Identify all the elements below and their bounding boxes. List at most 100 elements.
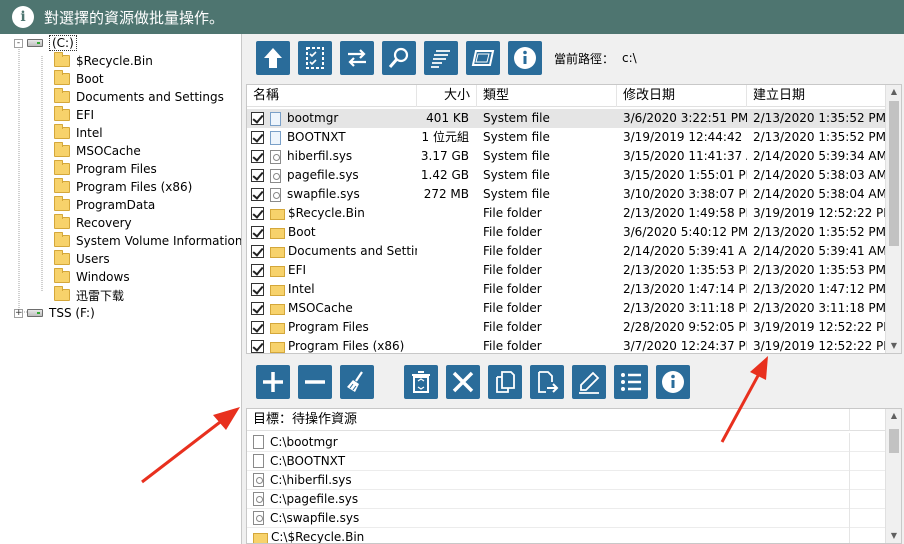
tree-item-folder[interactable]: Documents and Settings xyxy=(54,88,224,106)
scroll-down-icon[interactable]: ▼ xyxy=(886,339,901,353)
row-checkbox[interactable] xyxy=(251,321,264,334)
target-item[interactable]: C:\pagefile.sys xyxy=(247,490,887,509)
edit-button[interactable] xyxy=(572,365,606,399)
target-list[interactable]: 目標：待操作資源 C:\bootmgr C:\BOOTNXT C:\hiberfil… xyxy=(246,408,902,544)
file-row[interactable]: Program Files File folder 2/28/2020 9:52:0… xyxy=(247,318,887,337)
remove-button[interactable] xyxy=(298,365,332,399)
row-checkbox[interactable] xyxy=(251,207,264,220)
folder-icon xyxy=(54,286,70,301)
scroll-down-icon[interactable]: ▼ xyxy=(886,529,901,543)
file-created: 2/13/2020 1:35:52 PM xyxy=(753,225,887,239)
system-file-icon xyxy=(253,492,264,506)
rename-button[interactable] xyxy=(466,41,500,75)
system-file-icon xyxy=(270,149,281,164)
column-header-size[interactable]: 大小 xyxy=(417,85,477,107)
row-checkbox[interactable] xyxy=(251,226,264,239)
row-checkbox[interactable] xyxy=(251,188,264,201)
file-created: 3/19/2019 12:52:22 PM xyxy=(753,320,887,334)
scroll-thumb[interactable] xyxy=(889,429,899,453)
target-item[interactable]: C:\BOOTNXT xyxy=(247,452,887,471)
file-row[interactable]: $Recycle.Bin File folder 2/13/2020 1:49:58… xyxy=(247,204,887,223)
collapse-icon[interactable]: - xyxy=(14,38,23,48)
clear-button[interactable] xyxy=(340,365,374,399)
row-checkbox[interactable] xyxy=(251,169,264,182)
tree-item-folder[interactable]: Recovery xyxy=(54,214,132,232)
row-checkbox[interactable] xyxy=(251,264,264,277)
select-all-button[interactable] xyxy=(298,41,332,75)
row-checkbox[interactable] xyxy=(251,302,264,315)
tree-item-label: $Recycle.Bin xyxy=(76,54,153,68)
file-row[interactable]: Intel File folder 2/13/2020 1:47:14 PM 2/13… xyxy=(247,280,887,299)
info-button-2[interactable] xyxy=(656,365,690,399)
row-checkbox[interactable] xyxy=(251,245,264,258)
info-button[interactable] xyxy=(508,41,542,75)
tree-item-folder[interactable]: Intel xyxy=(54,124,103,142)
row-checkbox[interactable] xyxy=(251,150,264,163)
target-item[interactable]: C:\bootmgr xyxy=(247,433,887,452)
file-type: File folder xyxy=(483,339,542,353)
file-size xyxy=(417,261,477,280)
target-item[interactable]: C:\$Recycle.Bin xyxy=(247,528,887,543)
target-list-title: 目標：待操作資源 xyxy=(253,412,358,427)
file-row[interactable]: Documents and Settings File folder 2/14/20… xyxy=(247,242,887,261)
list-button[interactable] xyxy=(614,365,648,399)
tree-item-folder[interactable]: MSOCache xyxy=(54,142,141,160)
column-header-name[interactable]: 名稱 xyxy=(247,85,417,107)
tree-item-folder[interactable]: 迅雷下载 xyxy=(54,286,124,304)
file-row[interactable]: swapfile.sys 272 MB System file 3/10/2020 3… xyxy=(247,185,887,204)
tree-item-drive-f[interactable]: + TSS (F:) xyxy=(14,304,95,322)
drive-icon xyxy=(27,39,43,47)
row-checkbox[interactable] xyxy=(251,340,264,353)
tree-item-folder[interactable]: Program Files xyxy=(54,160,157,178)
tree-item-drive-c[interactable]: - (C:) xyxy=(14,34,77,52)
tree-item-folder[interactable]: ProgramData xyxy=(54,196,155,214)
scroll-thumb[interactable] xyxy=(889,101,899,246)
row-checkbox[interactable] xyxy=(251,283,264,296)
file-name: Documents and Settings xyxy=(288,244,417,258)
file-row[interactable]: Boot File folder 3/6/2020 5:40:12 PM 2/13/2… xyxy=(247,223,887,242)
swap-button[interactable] xyxy=(340,41,374,75)
tree-item-folder[interactable]: Windows xyxy=(54,268,130,286)
target-item[interactable]: C:\swapfile.sys xyxy=(247,509,887,528)
up-arrow-button[interactable] xyxy=(256,41,290,75)
folder-icon xyxy=(54,70,70,85)
delete-button[interactable] xyxy=(446,365,480,399)
filter-button[interactable] xyxy=(424,41,458,75)
tree-item-folder[interactable]: System Volume Information xyxy=(54,232,241,250)
file-row[interactable]: hiberfil.sys 3.17 GB System file 3/15/2020 … xyxy=(247,147,887,166)
column-header-type[interactable]: 類型 xyxy=(477,85,617,107)
row-checkbox[interactable] xyxy=(251,131,264,144)
column-header-created[interactable]: 建立日期 xyxy=(747,85,887,107)
target-list-scrollbar[interactable]: ▲ ▼ xyxy=(885,409,901,543)
tree-item-folder[interactable]: EFI xyxy=(54,106,94,124)
tree-item-folder[interactable]: Users xyxy=(54,250,110,268)
row-checkbox[interactable] xyxy=(251,112,264,125)
move-button[interactable] xyxy=(530,365,564,399)
target-item[interactable]: C:\hiberfil.sys xyxy=(247,471,887,490)
scroll-up-icon[interactable]: ▲ xyxy=(886,85,901,99)
tree-item-folder[interactable]: Boot xyxy=(54,70,104,88)
file-row[interactable]: Program Files (x86) File folder 3/7/2020 1… xyxy=(247,337,887,353)
recycle-button[interactable] xyxy=(404,365,438,399)
file-row[interactable]: pagefile.sys 1.42 GB System file 3/15/2020 … xyxy=(247,166,887,185)
file-row[interactable]: MSOCache File folder 2/13/2020 3:11:18 PM 2… xyxy=(247,299,887,318)
file-grid[interactable]: 名稱 大小 類型 修改日期 建立日期 bootmgr 401 KB System f… xyxy=(246,84,902,354)
file-row[interactable]: EFI File folder 2/13/2020 1:35:53 PM 2/13/2… xyxy=(247,261,887,280)
tree-item-folder[interactable]: Program Files (x86) xyxy=(54,178,192,196)
copy-button[interactable] xyxy=(488,365,522,399)
file-grid-scrollbar[interactable]: ▲ ▼ xyxy=(885,85,901,353)
column-header-modified[interactable]: 修改日期 xyxy=(617,85,747,107)
file-type: System file xyxy=(483,130,550,144)
folder-tree[interactable]: - (C:) $Recycle.Bin Boot Documents and Setti… xyxy=(0,34,242,544)
search-button[interactable] xyxy=(382,41,416,75)
file-row[interactable]: bootmgr 401 KB System file 3/6/2020 3:22:51… xyxy=(247,109,887,128)
tree-item-folder[interactable]: $Recycle.Bin xyxy=(54,52,153,70)
file-created: 2/14/2020 5:38:04 AM xyxy=(753,187,887,201)
file-created: 2/13/2020 1:47:12 PM xyxy=(753,282,887,296)
scroll-up-icon[interactable]: ▲ xyxy=(886,409,901,423)
add-button[interactable] xyxy=(256,365,290,399)
file-size xyxy=(417,204,477,223)
expand-icon[interactable]: + xyxy=(14,308,23,318)
file-row[interactable]: BOOTNXT 1 位元組 System file 3/19/2019 12:44:4… xyxy=(247,128,887,147)
info-icon xyxy=(514,47,536,69)
